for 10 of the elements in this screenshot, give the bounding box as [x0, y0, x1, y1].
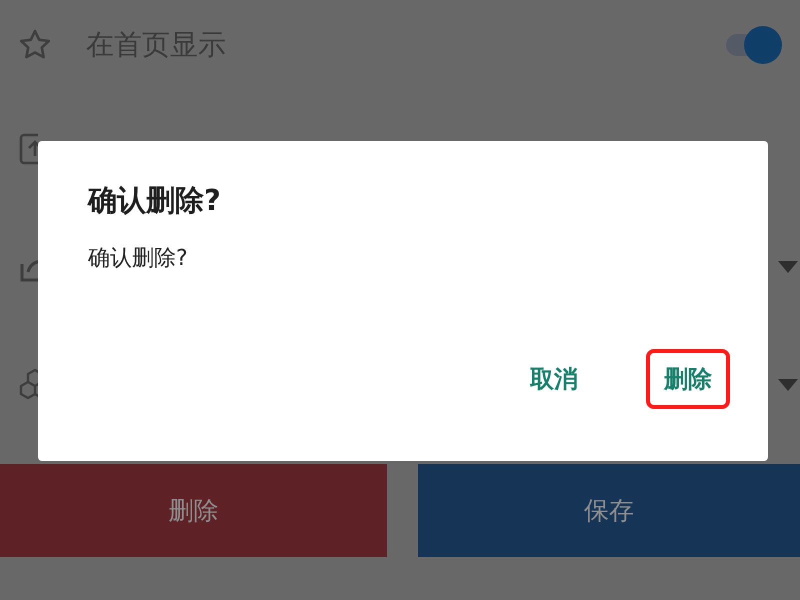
- confirm-delete-button[interactable]: 删除: [664, 363, 712, 395]
- toggle-switch[interactable]: [724, 26, 782, 64]
- upload-icon: [18, 132, 38, 166]
- caret-icon[interactable]: [778, 261, 798, 273]
- save-button[interactable]: 保存: [418, 464, 800, 557]
- dialog-title: 确认删除?: [88, 182, 222, 219]
- cancel-button[interactable]: 取消: [530, 363, 578, 395]
- caret-icon[interactable]: [778, 379, 798, 391]
- dialog-message: 确认删除?: [88, 245, 189, 273]
- delete-button[interactable]: 删除: [0, 464, 387, 557]
